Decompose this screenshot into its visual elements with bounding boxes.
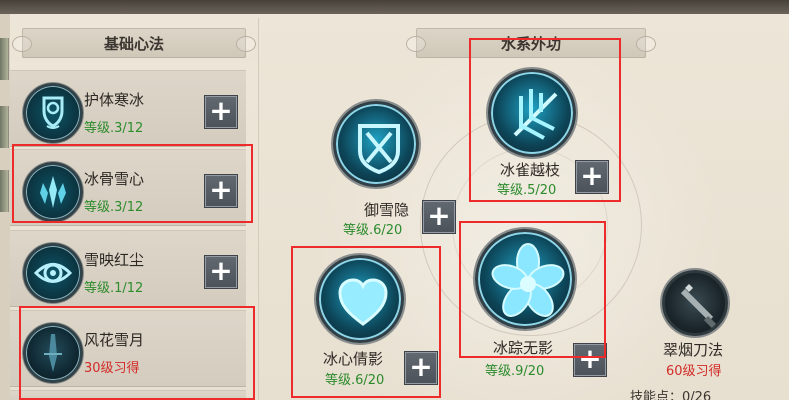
upgrade-button[interactable]: +: [204, 95, 238, 129]
heart-icon[interactable]: [316, 255, 404, 343]
skill-level: 等级.3/12: [84, 200, 144, 215]
eye-icon: [23, 243, 83, 303]
ice-wing-icon[interactable]: [488, 69, 576, 157]
ice-flower-icon[interactable]: [475, 229, 575, 329]
sword-shadow-icon: [23, 323, 83, 383]
upgrade-button[interactable]: +: [573, 343, 607, 377]
skill-name: 翠烟刀法: [663, 341, 724, 359]
skill-row[interactable]: 雪映红尘 等级.1/12 +: [10, 230, 246, 307]
skill-row[interactable]: 冰骨雪心 等级.3/12 +: [10, 149, 246, 226]
side-tab-3[interactable]: [0, 170, 9, 212]
upgrade-button[interactable]: +: [422, 200, 456, 234]
left-edge: [0, 14, 10, 400]
side-tab-2[interactable]: [0, 106, 9, 148]
upgrade-button[interactable]: +: [204, 255, 238, 289]
panel-divider: [258, 18, 259, 400]
skill-name: 冰雀越枝: [500, 161, 561, 179]
banner-ornament-left-icon: [12, 36, 32, 52]
skill-level: 等级.6/20: [343, 223, 403, 238]
upgrade-button[interactable]: +: [575, 160, 609, 194]
blade-icon[interactable]: [662, 270, 728, 336]
skill-unlock-level: 30级习得: [84, 361, 140, 376]
ice-crystal-icon: [23, 162, 83, 222]
skill-level: 等级.3/12: [84, 121, 144, 136]
top-bar: [0, 0, 789, 14]
skill-name: 风花雪月: [84, 331, 145, 349]
water-section-title: 水系外功: [406, 28, 656, 58]
skill-name: 护体寒冰: [84, 91, 145, 109]
skill-name: 冰骨雪心: [84, 170, 145, 188]
skills-screen: 基础心法 水系外功 护体寒冰 等级.3/12 + 冰骨雪心 等级.3/12 + …: [0, 0, 789, 400]
side-tab-1[interactable]: [0, 38, 9, 80]
skill-row-partial: [10, 390, 246, 400]
skill-points-label: 技能点：0/26: [630, 390, 712, 400]
basic-section-title-text: 基础心法: [103, 34, 164, 53]
skill-row[interactable]: 护体寒冰 等级.3/12 +: [10, 70, 246, 147]
shield-gem-icon: [23, 83, 83, 143]
banner-ornament-right-icon: [236, 36, 256, 52]
skill-name: 冰踪无影: [493, 339, 554, 357]
water-section-title-text: 水系外功: [500, 34, 561, 53]
skill-name: 雪映红尘: [84, 251, 145, 269]
skill-row[interactable]: 风花雪月 30级习得: [10, 310, 246, 387]
crossed-blades-shield-icon[interactable]: [333, 101, 419, 187]
skill-level: 等级.1/12: [84, 281, 144, 296]
basic-section-title: 基础心法: [12, 28, 256, 58]
skill-name: 冰心倩影: [323, 350, 384, 368]
banner-ornament-left-icon: [406, 36, 426, 52]
banner-ornament-right-icon: [636, 36, 656, 52]
skill-level: 等级.5/20: [497, 183, 557, 198]
skill-level: 等级.9/20: [485, 364, 545, 379]
skill-unlock-level: 60级习得: [666, 364, 722, 379]
skill-level: 等级.6/20: [325, 373, 385, 388]
upgrade-button[interactable]: +: [204, 174, 238, 208]
skill-name: 御雪隐: [364, 201, 410, 219]
upgrade-button[interactable]: +: [404, 351, 438, 385]
